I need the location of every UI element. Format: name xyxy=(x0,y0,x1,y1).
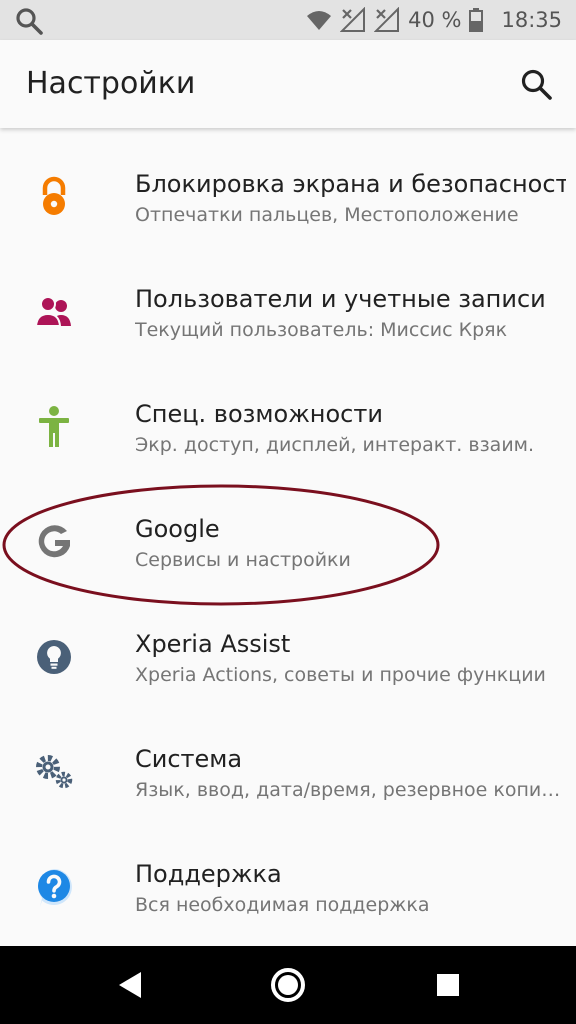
settings-item-texts: Пользователи и учетные записи Текущий по… xyxy=(135,284,566,343)
settings-item-texts: Система Язык, ввод, дата/время, резервно… xyxy=(135,744,566,803)
settings-item-title: Google xyxy=(135,515,220,543)
search-icon[interactable] xyxy=(516,64,556,104)
home-icon[interactable] xyxy=(263,960,313,1010)
settings-item-title: Спец. возможности xyxy=(135,400,383,428)
settings-item-subtitle: Отпечатки пальцев, Местоположение xyxy=(135,204,519,226)
settings-item-texts: Спец. возможности Экр. доступ, дисплей, … xyxy=(135,399,566,458)
settings-item-accessibility[interactable]: Спец. возможности Экр. доступ, дисплей, … xyxy=(0,358,576,473)
nav-bar xyxy=(0,946,576,1024)
battery-icon xyxy=(469,8,484,32)
help-icon xyxy=(38,869,72,907)
page-title: Настройки xyxy=(26,66,196,101)
settings-item-subtitle: Xperia Actions, советы и прочие функции xyxy=(135,664,546,686)
settings-item-xperia-assist[interactable]: Xperia Assist Xperia Actions, советы и п… xyxy=(0,588,576,703)
settings-item-texts: Блокировка экрана и безопасность Отпечат… xyxy=(135,169,566,228)
app-bar: Настройки xyxy=(0,40,576,128)
settings-item-texts: Google Сервисы и настройки xyxy=(135,514,566,573)
settings-list: Блокировка экрана и безопасность Отпечат… xyxy=(0,128,576,933)
back-icon[interactable] xyxy=(106,960,156,1010)
battery-percent: 40 % xyxy=(408,8,462,32)
clock: 18:35 xyxy=(501,8,562,32)
status-icons: 40 % 18:35 xyxy=(306,0,562,40)
settings-item-subtitle: Сервисы и настройки xyxy=(135,549,351,571)
settings-item-users[interactable]: Пользователи и учетные записи Текущий по… xyxy=(0,243,576,358)
settings-item-title: Система xyxy=(135,745,243,773)
lock-icon xyxy=(42,176,66,215)
settings-item-texts: Xperia Assist Xperia Actions, советы и п… xyxy=(135,629,566,688)
wifi-icon xyxy=(307,11,332,30)
settings-item-support[interactable]: Поддержка Вся необходимая поддержка xyxy=(0,818,576,933)
signal-no-service-icon xyxy=(340,7,366,32)
settings-item-subtitle: Вся необходимая поддержка xyxy=(135,894,430,916)
accessibility-icon xyxy=(39,406,69,447)
users-icon xyxy=(34,296,71,327)
google-icon xyxy=(38,525,70,558)
status-bar: 40 % 18:35 xyxy=(0,0,576,40)
gears-icon xyxy=(36,755,73,789)
settings-item-subtitle: Текущий пользователь: Миссис Кряк xyxy=(135,319,508,341)
search-icon[interactable] xyxy=(14,6,44,36)
settings-screen: 40 % 18:35 Настройки Блокировка экрана и… xyxy=(0,0,576,1024)
lightbulb-icon xyxy=(37,640,71,674)
settings-item-title: Xperia Assist xyxy=(135,630,291,658)
signal-no-service-icon xyxy=(374,7,400,32)
settings-item-title: Пользователи и учетные записи xyxy=(135,285,546,313)
settings-item-subtitle: Язык, ввод, дата/время, резервное копиро… xyxy=(135,779,566,801)
settings-item-title: Поддержка xyxy=(135,860,282,888)
settings-item-texts: Поддержка Вся необходимая поддержка xyxy=(135,859,566,918)
settings-item-google[interactable]: Google Сервисы и настройки xyxy=(0,473,576,588)
recents-icon[interactable] xyxy=(423,960,473,1010)
settings-item-title: Блокировка экрана и безопасность xyxy=(135,170,566,198)
settings-item-system[interactable]: Система Язык, ввод, дата/время, резервно… xyxy=(0,703,576,818)
settings-item-security[interactable]: Блокировка экрана и безопасность Отпечат… xyxy=(0,128,576,243)
settings-item-subtitle: Экр. доступ, дисплей, интеракт. взаим. xyxy=(135,434,535,456)
